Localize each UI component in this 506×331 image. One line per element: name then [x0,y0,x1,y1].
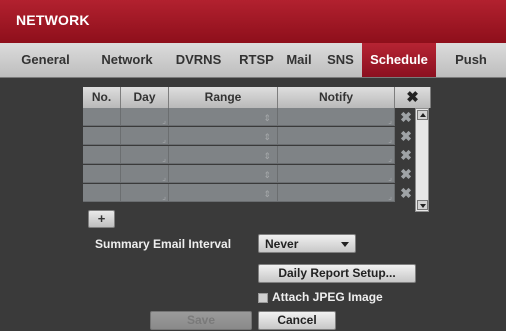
cell-corner-icon: ⌟ [388,135,392,144]
cell-corner-icon: ⌟ [388,116,392,125]
table-row: ⌟ ⇕ ⌟ ✖ [83,184,431,203]
tab-general[interactable]: General [0,43,91,77]
window-title: NETWORK [16,12,90,28]
cell-corner-icon: ⌟ [162,116,166,125]
add-schedule-button[interactable]: + [88,210,115,228]
cell-corner-icon: ⌟ [388,173,392,182]
stepper-icon: ⇕ [263,113,271,123]
row-no-cell [83,127,121,145]
row-notify-cell[interactable]: ⌟ [278,108,395,126]
column-header-notify: Notify [278,87,395,108]
save-button[interactable]: Save [150,311,252,330]
row-no-cell [83,146,121,164]
row-no-cell [83,165,121,183]
tab-mail[interactable]: Mail [279,43,319,77]
column-header-delete-icon: ✖ [395,87,431,108]
summary-email-interval-select[interactable]: Never [258,234,356,253]
row-no-cell [83,108,121,126]
row-range-cell[interactable]: ⇕ [169,127,278,145]
delete-row-icon[interactable]: ✖ [396,146,416,164]
chevron-up-icon [420,113,426,117]
table-row: ⌟ ⇕ ⌟ ✖ [83,127,431,146]
table-row: ⌟ ⇕ ⌟ ✖ [83,165,431,184]
column-header-range: Range [169,87,278,108]
stepper-icon: ⇕ [263,132,271,142]
stepper-icon: ⇕ [263,189,271,199]
tab-network[interactable]: Network [91,43,163,77]
stepper-icon: ⇕ [263,170,271,180]
row-range-cell[interactable]: ⇕ [169,146,278,164]
chevron-down-icon [341,242,349,247]
tab-rtsp[interactable]: RTSP [234,43,279,77]
row-range-cell[interactable]: ⇕ [169,184,278,202]
scroll-up-button[interactable] [417,110,428,120]
row-day-cell[interactable]: ⌟ [121,184,169,202]
delete-row-icon[interactable]: ✖ [396,108,416,126]
table-scrollbar[interactable] [415,108,429,212]
row-day-cell[interactable]: ⌟ [121,165,169,183]
chevron-down-icon [420,204,426,208]
cell-corner-icon: ⌟ [162,154,166,163]
row-day-cell[interactable]: ⌟ [121,127,169,145]
row-notify-cell[interactable]: ⌟ [278,184,395,202]
delete-row-icon[interactable]: ✖ [396,184,416,202]
delete-row-icon[interactable]: ✖ [396,127,416,145]
cell-corner-icon: ⌟ [162,173,166,182]
table-row: ⌟ ⇕ ⌟ ✖ [83,108,431,127]
stepper-icon: ⇕ [263,151,271,161]
daily-report-setup-button[interactable]: Daily Report Setup... [258,264,416,283]
table-row: ⌟ ⇕ ⌟ ✖ [83,146,431,165]
row-no-cell [83,184,121,202]
cell-corner-icon: ⌟ [388,154,392,163]
row-notify-cell[interactable]: ⌟ [278,127,395,145]
title-bar: NETWORK [0,0,506,43]
attach-jpeg-checkbox[interactable] [258,293,268,303]
row-notify-cell[interactable]: ⌟ [278,165,395,183]
tab-bar: General Network DVRNS RTSP Mail SNS Sche… [0,43,506,78]
tab-sns[interactable]: SNS [319,43,362,77]
schedule-table: No. Day Range Notify ✖ ⌟ ⇕ ⌟ ✖ ⌟ ⇕ ⌟ ✖ ⌟… [83,87,431,211]
cell-corner-icon: ⌟ [388,192,392,201]
row-day-cell[interactable]: ⌟ [121,108,169,126]
column-header-day: Day [121,87,169,108]
cancel-button[interactable]: Cancel [258,311,336,330]
cell-corner-icon: ⌟ [162,192,166,201]
tab-dvrns[interactable]: DVRNS [163,43,234,77]
network-settings-window: NETWORK General Network DVRNS RTSP Mail … [0,0,506,331]
tab-push[interactable]: Push [436,43,506,77]
attach-jpeg-label: Attach JPEG Image [272,290,383,304]
row-day-cell[interactable]: ⌟ [121,146,169,164]
row-range-cell[interactable]: ⇕ [169,165,278,183]
row-notify-cell[interactable]: ⌟ [278,146,395,164]
summary-email-interval-label: Summary Email Interval [95,237,232,251]
tab-schedule[interactable]: Schedule [362,43,436,77]
row-range-cell[interactable]: ⇕ [169,108,278,126]
column-header-no: No. [83,87,121,108]
summary-email-interval-value: Never [265,237,299,251]
delete-row-icon[interactable]: ✖ [396,165,416,183]
scroll-down-button[interactable] [417,200,428,210]
cell-corner-icon: ⌟ [162,135,166,144]
